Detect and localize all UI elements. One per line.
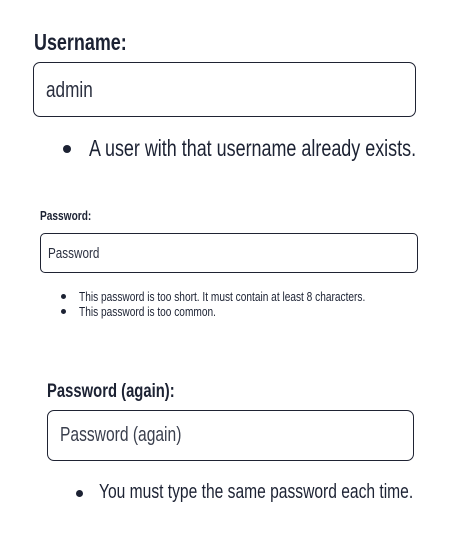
error-text: You must type the same password each tim…	[99, 481, 414, 503]
password-again-error-list: You must type the same password each tim…	[72, 481, 452, 507]
error-text: This password is too short. It must cont…	[79, 289, 366, 304]
error-item: This password is too common.	[58, 304, 438, 319]
password-input[interactable]: Password	[40, 233, 418, 273]
error-item: This password is too short. It must cont…	[58, 289, 438, 304]
bullet-icon	[63, 145, 71, 153]
password-error-list: This password is too short. It must cont…	[58, 289, 438, 319]
bullet-icon	[76, 490, 83, 497]
bullet-icon	[61, 294, 66, 299]
password-label: Password:	[40, 208, 92, 223]
error-item: A user with that username already exists…	[58, 135, 438, 163]
bullet-icon	[61, 309, 66, 314]
password-placeholder: Password	[48, 244, 100, 262]
error-text: A user with that username already exists…	[89, 135, 417, 161]
password-again-placeholder: Password (again)	[60, 424, 182, 446]
username-value: admin	[46, 76, 93, 102]
username-label: Username:	[34, 29, 127, 55]
error-text: This password is too common.	[79, 304, 216, 319]
error-item: You must type the same password each tim…	[72, 481, 452, 507]
username-input[interactable]: admin	[33, 62, 416, 117]
username-error-list: A user with that username already exists…	[58, 135, 438, 163]
password-again-input[interactable]: Password (again)	[47, 410, 414, 461]
password-again-label: Password (again):	[47, 381, 175, 402]
